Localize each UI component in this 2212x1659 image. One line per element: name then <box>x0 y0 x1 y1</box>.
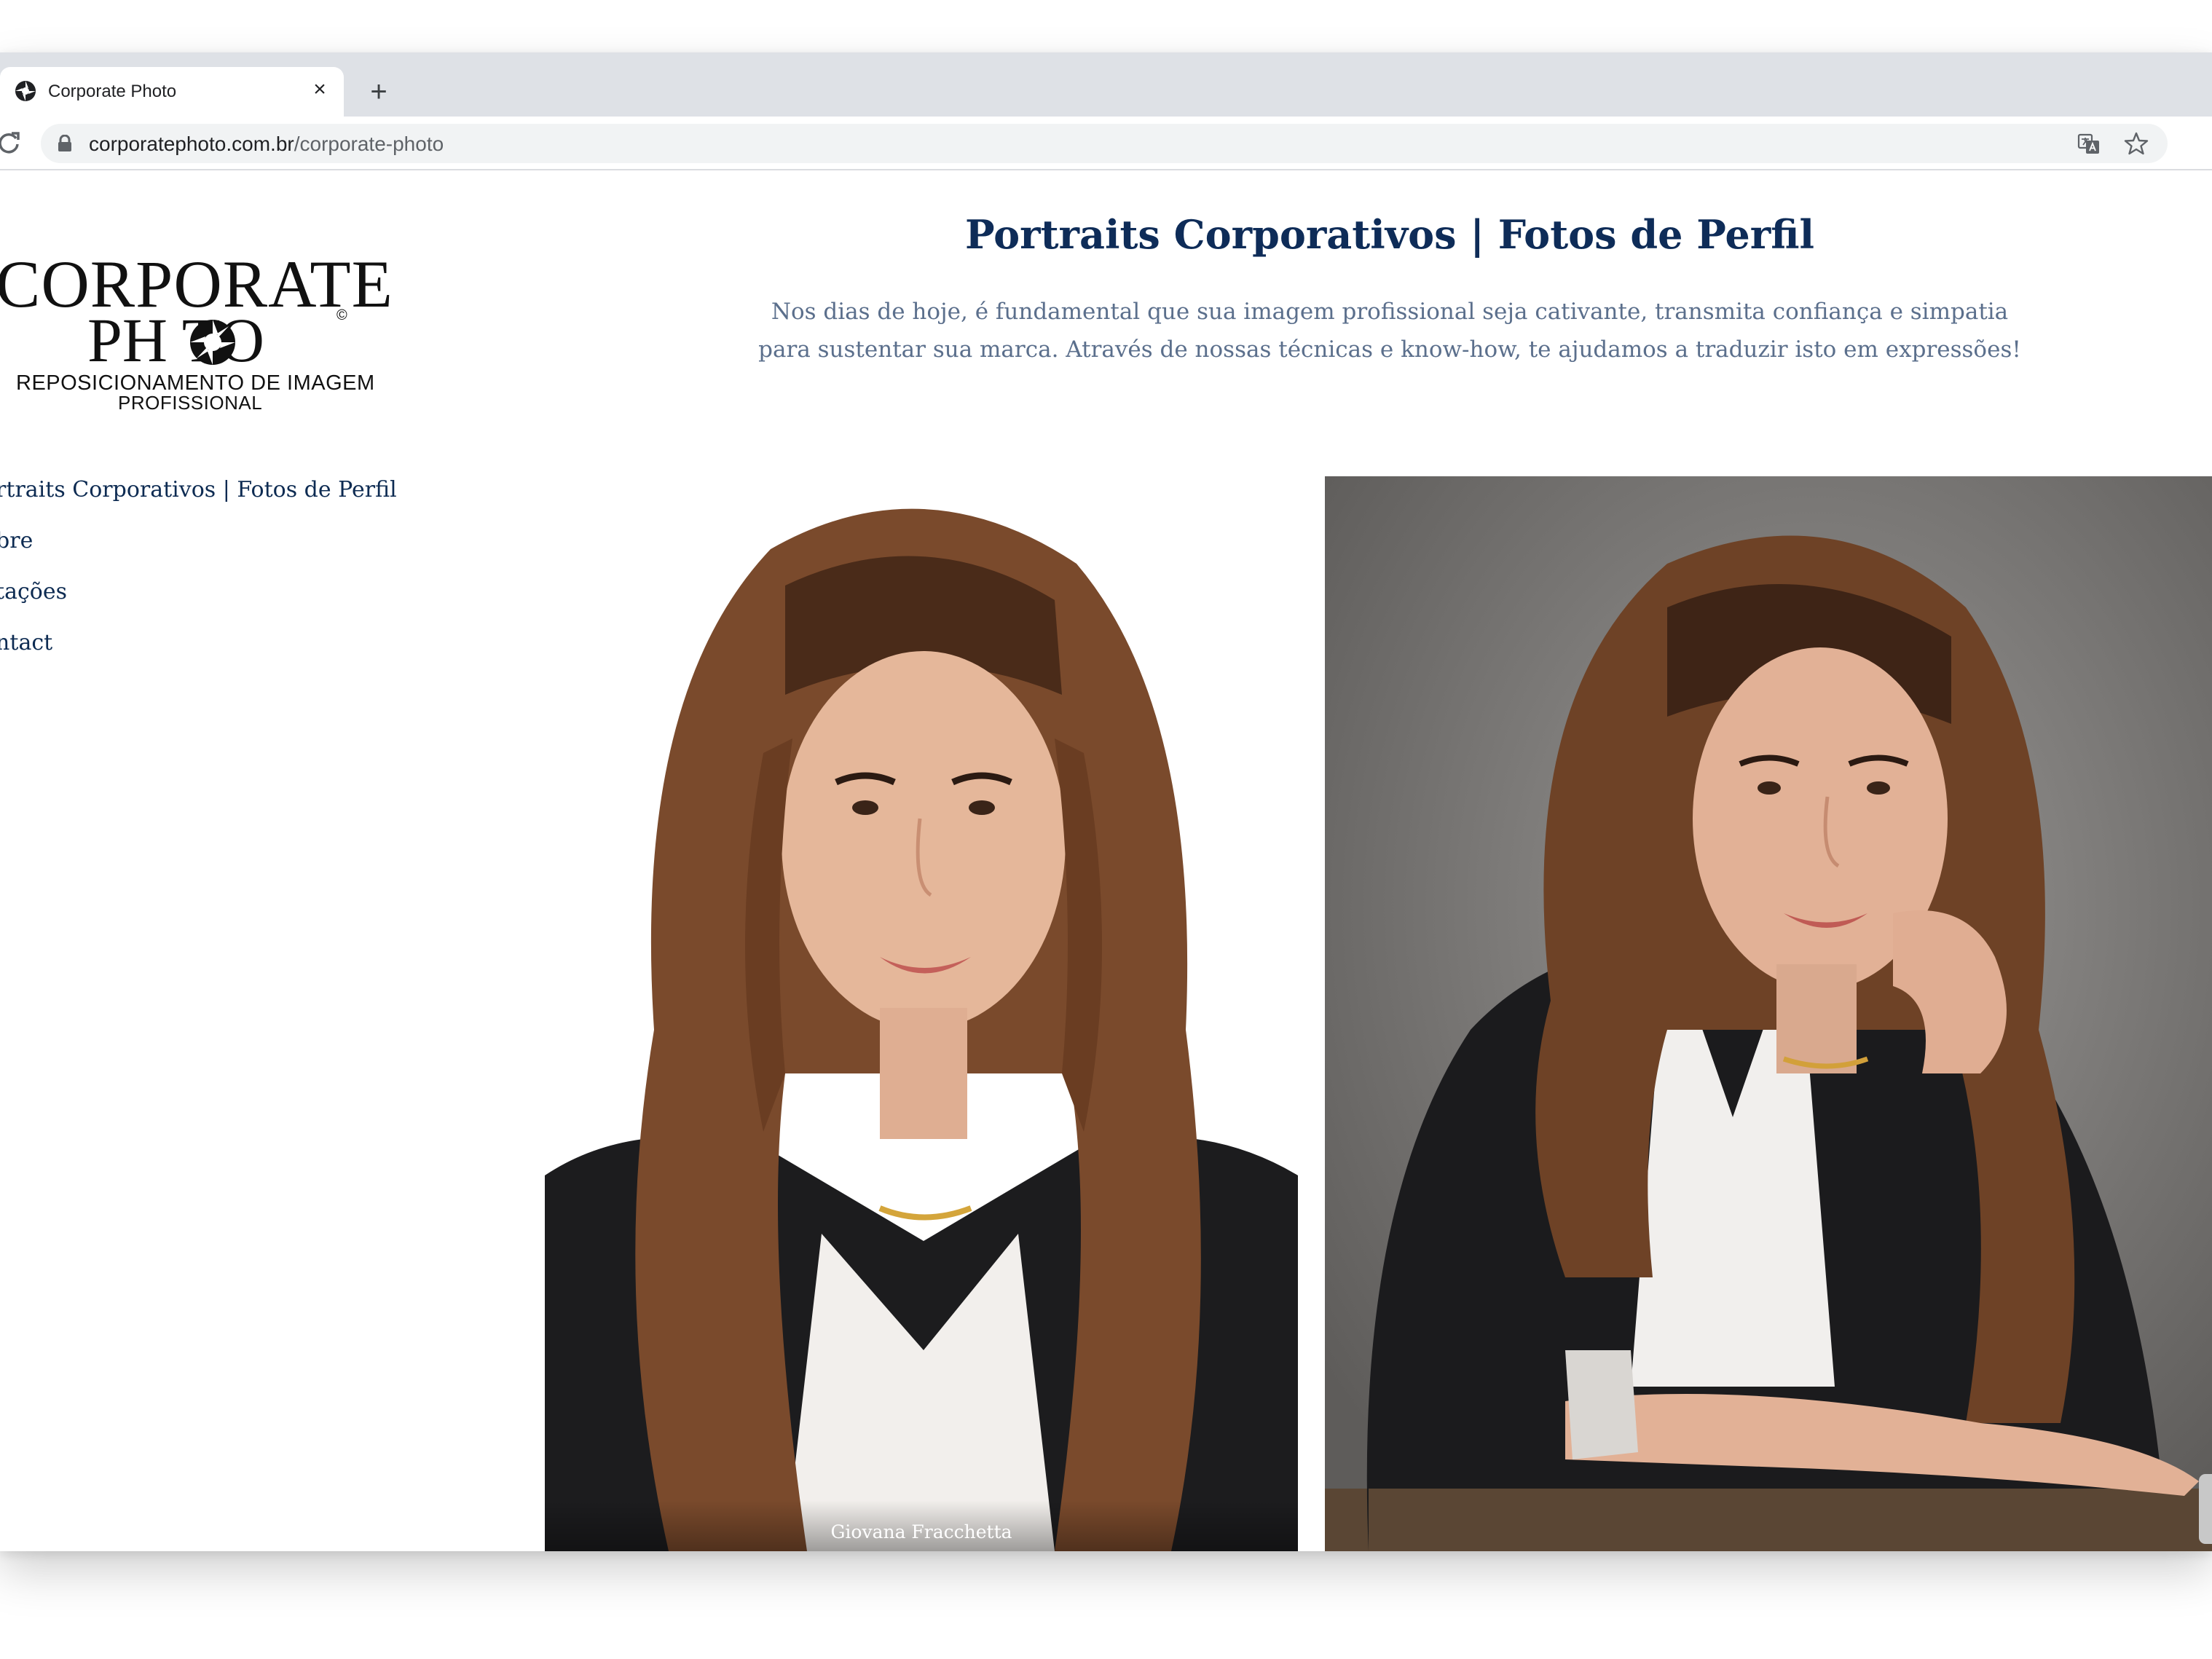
corporate-photo-logo[interactable]: CORPORATE PH TO © REPOSICIONAMENTO DE IM… <box>0 251 422 414</box>
url-path: /corporate-photo <box>294 133 444 155</box>
nav-item-contact[interactable]: ontact <box>0 628 478 679</box>
portrait-image-2 <box>1325 476 2212 1551</box>
nav-item-sobre[interactable]: obre <box>0 526 478 577</box>
reload-icon[interactable] <box>0 130 22 156</box>
translate-icon[interactable] <box>2077 133 2101 156</box>
intro-line-1: Nos dias de hoje, é fundamental que sua … <box>771 299 2009 325</box>
intro-line-2: para sustentar sua marca. Através de nos… <box>758 336 2021 363</box>
url-host: corporatephoto.com.br <box>89 133 294 155</box>
tab-corporate-photo[interactable]: Corporate Photo × <box>0 67 344 117</box>
browser-window: Corporate Photo × + corporatephoto.com.b… <box>0 52 2212 1551</box>
portrait-photo-2[interactable] <box>1325 476 2212 1551</box>
logo-copyright: © <box>336 307 347 323</box>
scrollbar-thumb[interactable] <box>2199 1474 2212 1544</box>
intro-text: Nos dias de hoje, é fundamental que sua … <box>757 293 2022 369</box>
tab-title: Corporate Photo <box>48 82 177 101</box>
web-page: CORPORATE PH TO © REPOSICIONAMENTO DE IM… <box>0 170 2212 1551</box>
aperture-logo-icon <box>190 320 235 365</box>
new-tab-button[interactable]: + <box>364 77 393 106</box>
portrait-image-1 <box>545 476 1298 1551</box>
nav-item-portraits[interactable]: ortraits Corporativos | Fotos de Perfil <box>0 475 478 526</box>
logo-tagline-2: PROFISSIONAL <box>118 392 263 414</box>
caption-overlay: Giovana Fracchetta <box>545 1500 1298 1551</box>
browser-toolbar: corporatephoto.com.br/corporate-photo <box>0 117 2212 170</box>
address-bar[interactable]: corporatephoto.com.br/corporate-photo <box>41 124 2168 163</box>
nav-item-cotacoes[interactable]: otações <box>0 577 478 628</box>
bookmark-star-icon[interactable] <box>2124 131 2149 156</box>
photo-caption: Giovana Fracchetta <box>830 1521 1012 1542</box>
lock-icon[interactable] <box>57 135 73 152</box>
page-title: Portraits Corporativos | Fotos de Perfil <box>964 211 1815 258</box>
url-text[interactable]: corporatephoto.com.br/corporate-photo <box>89 133 444 156</box>
side-nav: ortraits Corporativos | Fotos de Perfil … <box>0 475 478 679</box>
portrait-photo-1[interactable]: Giovana Fracchetta <box>545 476 1298 1551</box>
aperture-favicon-icon <box>15 81 36 101</box>
tab-close-icon[interactable]: × <box>307 77 332 102</box>
tab-strip: Corporate Photo × + <box>0 52 2212 117</box>
logo-line2: PH TO <box>87 305 264 375</box>
